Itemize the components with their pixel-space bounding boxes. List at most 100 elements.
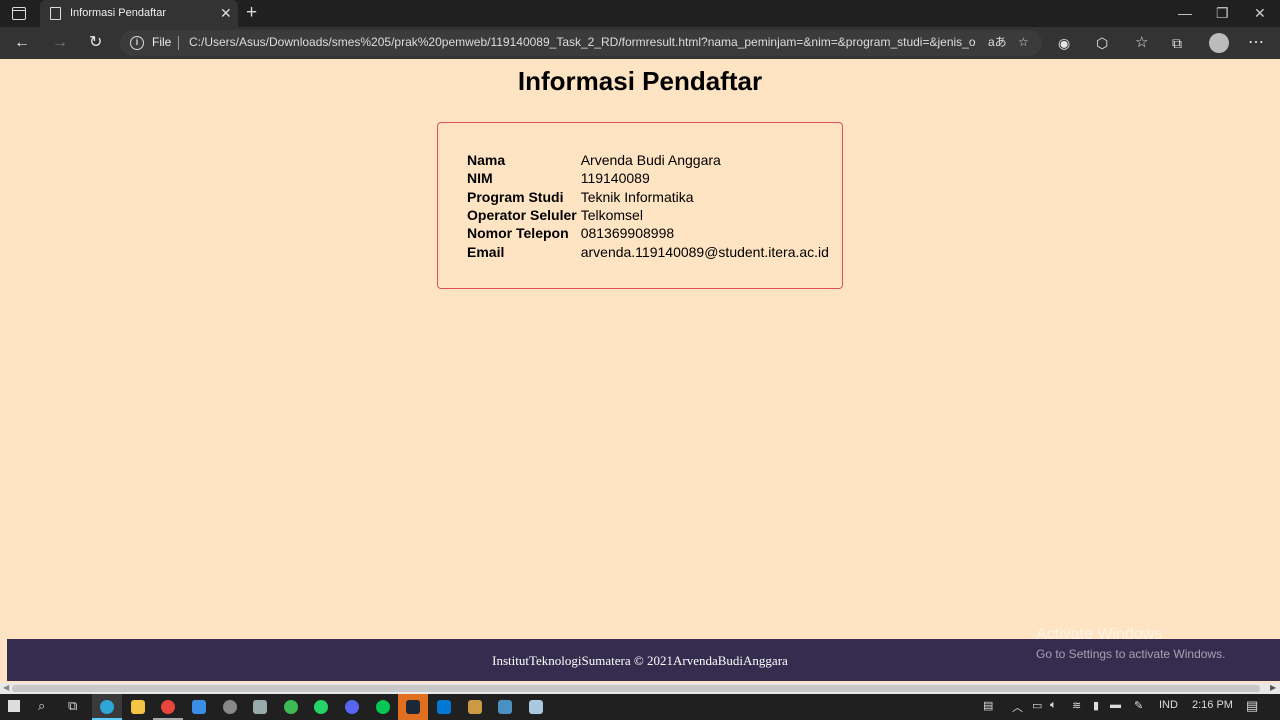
- show-hidden-icons-icon[interactable]: ︿: [1012, 699, 1023, 715]
- chrome-icon: [284, 700, 298, 714]
- start-button[interactable]: [0, 694, 30, 720]
- folder-icon: [131, 700, 145, 714]
- watermark-subtitle: Go to Settings to activate Windows.: [1036, 647, 1226, 661]
- address-separator: [178, 36, 179, 50]
- field-label: Nomor Telepon: [467, 225, 569, 242]
- task-view-button[interactable]: ⧉: [60, 694, 90, 720]
- taskbar-vscode-alt[interactable]: [184, 694, 214, 720]
- taskbar-app[interactable]: [490, 694, 520, 720]
- address-bar[interactable]: i File C:/Users/Asus/Downloads/smes%205/…: [120, 30, 1042, 56]
- app-icon: [192, 700, 206, 714]
- field-value: Teknik Informatika: [580, 188, 694, 205]
- field-value: Arvenda Budi Anggara: [580, 152, 721, 169]
- field-label: Email: [467, 243, 505, 260]
- profile-avatar[interactable]: [1209, 33, 1229, 53]
- field-value: 081369908998: [580, 225, 675, 242]
- search-button[interactable]: ⌕: [30, 694, 60, 720]
- line-icon: [376, 700, 390, 714]
- refresh-icon[interactable]: ↻: [89, 33, 102, 53]
- horizontal-scrollbar[interactable]: ◀ ▶: [0, 683, 1280, 694]
- close-window-icon[interactable]: ✕: [1254, 4, 1266, 22]
- field-label: Operator Seluler: [467, 207, 577, 224]
- favorites-icon[interactable]: ☆: [1135, 33, 1148, 53]
- activate-windows-watermark: Activate Windows Go to Settings to activ…: [1036, 626, 1225, 661]
- table-row: Nomor Telepon 081369908998: [467, 224, 829, 242]
- new-tab-icon[interactable]: +: [246, 3, 257, 23]
- chrome-icon: [161, 700, 175, 714]
- task-view-icon: ⧉: [68, 698, 78, 713]
- volume-icon[interactable]: 🔈︎: [1050, 699, 1057, 712]
- collections-icon[interactable]: ⧉: [1172, 33, 1182, 53]
- notifications-icon[interactable]: ▤: [1246, 698, 1258, 714]
- clock[interactable]: 2:16 PM: [1192, 699, 1233, 711]
- battery-status-icon[interactable]: ▭: [1032, 699, 1042, 712]
- taskbar-steam[interactable]: [398, 694, 428, 720]
- add-favorite-icon[interactable]: ☆: [1018, 34, 1029, 50]
- tab-strip: Informasi Pendaftar ✕ + — ❐ ✕: [0, 0, 1280, 27]
- restore-icon[interactable]: ❐: [1216, 4, 1229, 22]
- forward-icon[interactable]: →: [52, 33, 68, 53]
- tab-close-icon[interactable]: ✕: [220, 5, 232, 21]
- table-row: Operator Seluler Telkomsel: [467, 206, 829, 224]
- back-icon[interactable]: ←: [14, 33, 30, 53]
- taskbar-app[interactable]: [215, 694, 245, 720]
- language-indicator[interactable]: IND: [1159, 699, 1178, 711]
- windows-icon: [8, 700, 20, 712]
- taskbar-edge[interactable]: [92, 694, 122, 720]
- taskbar-notepad[interactable]: [521, 694, 551, 720]
- notepad-icon: [529, 700, 543, 714]
- table-row: Nama Arvenda Budi Anggara: [467, 151, 829, 169]
- discord-icon: [345, 700, 359, 714]
- scroll-left-icon[interactable]: ◀: [3, 683, 9, 692]
- taskbar-photos[interactable]: [245, 694, 275, 720]
- table-row: Program Studi Teknik Informatika: [467, 188, 829, 206]
- pen-icon[interactable]: ✎: [1134, 699, 1143, 712]
- taskbar-line[interactable]: [368, 694, 398, 720]
- taskbar-app[interactable]: [460, 694, 490, 720]
- taskbar-chrome-profile[interactable]: [276, 694, 306, 720]
- taskbar-whatsapp[interactable]: [306, 694, 336, 720]
- url-text[interactable]: C:/Users/Asus/Downloads/smes%205/prak%20…: [189, 35, 975, 49]
- read-aloud-icon[interactable]: aあ: [988, 34, 1007, 50]
- page-icon: [50, 7, 61, 20]
- field-value: arvenda.119140089@student.itera.ac.id: [580, 243, 829, 260]
- field-label: Program Studi: [467, 188, 564, 205]
- microphone-icon[interactable]: ▮: [1093, 699, 1099, 712]
- news-widget-icon[interactable]: ▤: [983, 699, 993, 712]
- taskbar-file-explorer[interactable]: [123, 694, 153, 720]
- scrollbar-thumb[interactable]: [12, 685, 1260, 692]
- table-row: NIM 119140089: [467, 169, 829, 187]
- battery-icon[interactable]: ▬: [1110, 699, 1121, 711]
- app-icon: [223, 700, 237, 714]
- tab-title: Informasi Pendaftar: [70, 7, 166, 19]
- taskbar-discord[interactable]: [337, 694, 367, 720]
- navigation-bar: ← → ↻ i File C:/Users/Asus/Downloads/sme…: [0, 27, 1280, 59]
- more-options-icon[interactable]: ⋯: [1248, 33, 1264, 53]
- watermark-title: Activate Windows: [1036, 626, 1163, 643]
- field-label: Nama: [467, 152, 506, 169]
- whatsapp-icon: [314, 700, 328, 714]
- taskbar-chrome[interactable]: [153, 694, 183, 720]
- page-title: Informasi Pendaftar: [517, 66, 763, 96]
- browser-tab[interactable]: Informasi Pendaftar ✕: [40, 0, 238, 27]
- info-table: Nama Arvenda Budi Anggara NIM 119140089 …: [467, 151, 829, 261]
- app-icon: [468, 700, 482, 714]
- extension-icon[interactable]: ◉: [1058, 33, 1070, 53]
- tab-actions-menu-icon[interactable]: [12, 7, 26, 20]
- info-card: Nama Arvenda Budi Anggara NIM 119140089 …: [437, 122, 843, 289]
- photos-icon: [253, 700, 267, 714]
- page-content: Informasi Pendaftar Nama Arvenda Budi An…: [0, 59, 1280, 681]
- info-icon[interactable]: i: [130, 36, 144, 50]
- scroll-right-icon[interactable]: ▶: [1270, 683, 1276, 692]
- address-scheme-label: File: [152, 35, 172, 49]
- taskbar-vscode[interactable]: [429, 694, 459, 720]
- table-row: Email arvenda.119140089@student.itera.ac…: [467, 242, 829, 260]
- search-icon: ⌕: [38, 698, 46, 713]
- wifi-icon[interactable]: ≋: [1072, 699, 1081, 712]
- minimize-icon[interactable]: —: [1178, 4, 1192, 22]
- app-icon: [498, 700, 512, 714]
- vscode-icon: [437, 700, 451, 714]
- field-value: 119140089: [580, 170, 650, 187]
- extensions-puzzle-icon[interactable]: ⬡: [1096, 33, 1108, 53]
- steam-icon: [406, 700, 420, 714]
